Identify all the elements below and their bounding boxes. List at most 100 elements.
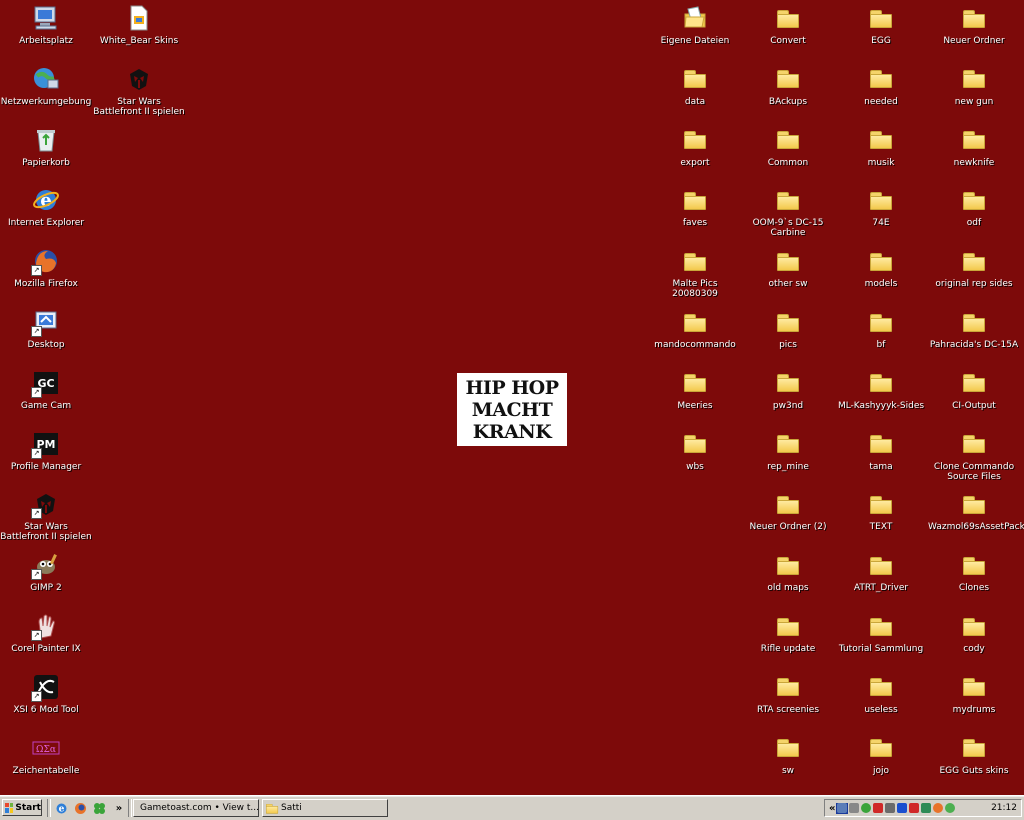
desktop-icon[interactable]: rep_mine (742, 428, 834, 472)
desktop-icon[interactable]: ↗ Corel Painter IX (0, 610, 92, 654)
desktop-icon[interactable]: Convert (742, 2, 834, 46)
desktop-icon[interactable]: ↗ Star Wars Battlefront II spielen (0, 488, 92, 542)
desktop-icon-label: Desktop (27, 340, 65, 350)
desktop-icon[interactable]: mydrums (928, 671, 1020, 715)
tray-shield-icon[interactable] (873, 803, 884, 813)
desktop-icon[interactable]: Malte Pics 20080309 (649, 245, 741, 299)
quick-launch-overflow-button[interactable]: » (112, 801, 126, 815)
desktop-icon[interactable]: ↗ XSI 6 Mod Tool (0, 671, 92, 715)
desktop-icon[interactable]: Wazmol69sAssetPack2 (928, 488, 1024, 532)
desktop-icon[interactable]: useless (835, 671, 927, 715)
desktop-icon-label: jojo (872, 765, 889, 776)
desktop-icon[interactable]: new gun (928, 63, 1020, 107)
desktop-icon[interactable]: Clones (928, 549, 1020, 593)
tray-chrome-icon[interactable] (945, 803, 956, 813)
desktop-icon[interactable]: Rifle update (742, 610, 834, 654)
desktop-icon[interactable]: newknife (928, 124, 1020, 168)
gimp-icon: ↗ (30, 549, 62, 581)
desktop-icon[interactable]: OOM-9`s DC-15 Carbine (742, 184, 834, 238)
tray-network-icon[interactable] (849, 803, 860, 813)
taskbar-clock[interactable]: 21:12 (991, 803, 1017, 813)
desktop-icon[interactable]: old maps (742, 549, 834, 593)
folder-icon (865, 428, 897, 460)
quick-launch-clover-icon[interactable] (92, 801, 106, 815)
desktop-icon[interactable]: cody (928, 610, 1020, 654)
desktop-icon[interactable]: other sw (742, 245, 834, 289)
desktop-icon[interactable]: EGG (835, 2, 927, 46)
desktop-icon[interactable]: 74E (835, 184, 927, 228)
desktop-icon[interactable]: ΩΣα Zeichentabelle (0, 732, 92, 776)
desktop-icon[interactable]: Tutorial Sammlung (835, 610, 927, 654)
tray-volume-icon[interactable] (885, 803, 896, 813)
desktop-icon[interactable]: Pahracida's DC-15A (928, 306, 1020, 350)
desktop-icon[interactable]: Common (742, 124, 834, 168)
taskbar-separator (128, 799, 132, 817)
desktop-icon[interactable]: tama (835, 428, 927, 472)
desktop-icon[interactable]: Arbeitsplatz (0, 2, 92, 46)
desktop-icon[interactable]: Star Wars Battlefront II spielen (93, 63, 185, 117)
desktop-icon-label: pics (779, 340, 797, 350)
desktop-icon[interactable]: odf (928, 184, 1020, 228)
desktop-icon[interactable]: needed (835, 63, 927, 107)
quick-launch-firefox-icon[interactable] (73, 801, 87, 815)
desktop-icon[interactable]: pw3nd (742, 367, 834, 411)
folder-icon (679, 245, 711, 277)
task-button-gametoast[interactable]: Gametoast.com • View t... (133, 799, 259, 817)
desktop-icon[interactable]: bf (835, 306, 927, 350)
folder-icon (958, 549, 990, 581)
desktop-icon-label: mandocommando (654, 340, 736, 350)
desktop-icon[interactable]: BAckups (742, 63, 834, 107)
desktop-icon[interactable]: ↗ Mozilla Firefox (0, 245, 92, 289)
desktop-icon-label: models (864, 279, 898, 290)
desktop-icon[interactable]: models (835, 245, 927, 289)
desktop-icon[interactable]: export (649, 124, 741, 168)
desktop-icon[interactable]: jojo (835, 732, 927, 776)
desktop-icon[interactable]: pics (742, 306, 834, 350)
desktop-icon[interactable]: EGG Guts skins (928, 732, 1020, 776)
tray-flag-icon[interactable] (897, 803, 908, 813)
desktop-icon[interactable]: ↗ GIMP 2 (0, 549, 92, 593)
hip-hop-macht-krank-logo: HIP HOP MACHT KRANK (457, 373, 567, 446)
tray-expand-button[interactable]: « (829, 803, 835, 814)
folder-icon (865, 245, 897, 277)
desktop-icon[interactable]: Papierkorb (0, 124, 92, 168)
desktop-icon-label: sw (781, 765, 795, 776)
task-button-satti[interactable]: Satti (262, 799, 388, 817)
tray-safely-remove-icon[interactable] (921, 803, 932, 813)
desktop-icon[interactable]: faves (649, 184, 741, 228)
desktop-icon[interactable]: Netzwerkumgebung (0, 63, 92, 107)
desktop-icon[interactable]: TEXT (835, 488, 927, 532)
tray-clover-icon[interactable] (861, 803, 872, 813)
desktop-icon[interactable]: Eigene Dateien (649, 2, 741, 46)
desktop-icon[interactable]: original rep sides (928, 245, 1020, 289)
folder-icon (679, 124, 711, 156)
desktop-icon[interactable]: PM ↗ Profile Manager (0, 428, 92, 472)
desktop-icon[interactable]: Neuer Ordner (2) (742, 488, 834, 532)
desktop-icon[interactable]: musik (835, 124, 927, 168)
desktop-icon-label: Meeries (677, 400, 713, 411)
start-button[interactable]: Start (2, 799, 42, 816)
desktop-icon[interactable]: ML-Kashyyyk-Sides (835, 367, 927, 411)
desktop-icon[interactable]: CI-Output (928, 367, 1020, 411)
desktop-icon[interactable]: wbs (649, 428, 741, 472)
quick-launch-ie-icon[interactable]: e (54, 801, 68, 815)
folder-icon (865, 671, 897, 703)
desktop-icon[interactable]: sw (742, 732, 834, 776)
desktop-icon[interactable]: mandocommando (649, 306, 741, 350)
desktop-icon[interactable]: GC ↗ Game Cam (0, 367, 92, 411)
desktop-icon-label: export (680, 157, 710, 168)
desktop-icon[interactable]: e Internet Explorer (0, 184, 92, 228)
tray-monitor-icon[interactable] (837, 803, 848, 813)
system-tray: « 21:12 (824, 799, 1022, 817)
desktop-icon[interactable]: ATRT_Driver (835, 549, 927, 593)
desktop-icon[interactable]: White_Bear Skins (93, 2, 185, 46)
desktop-icon[interactable]: Meeries (649, 367, 741, 411)
tray-firefox-icon[interactable] (933, 803, 944, 813)
tray-warning-icon[interactable] (909, 803, 920, 813)
desktop-icon[interactable]: Clone Commando Source Files (928, 428, 1020, 482)
desktop-icon[interactable]: data (649, 63, 741, 107)
desktop-icon[interactable]: Neuer Ordner (928, 2, 1020, 46)
desktop-icon[interactable]: ↗ Desktop (0, 306, 92, 350)
windows-logo-icon (5, 802, 14, 813)
desktop-icon[interactable]: RTA screenies (742, 671, 834, 715)
